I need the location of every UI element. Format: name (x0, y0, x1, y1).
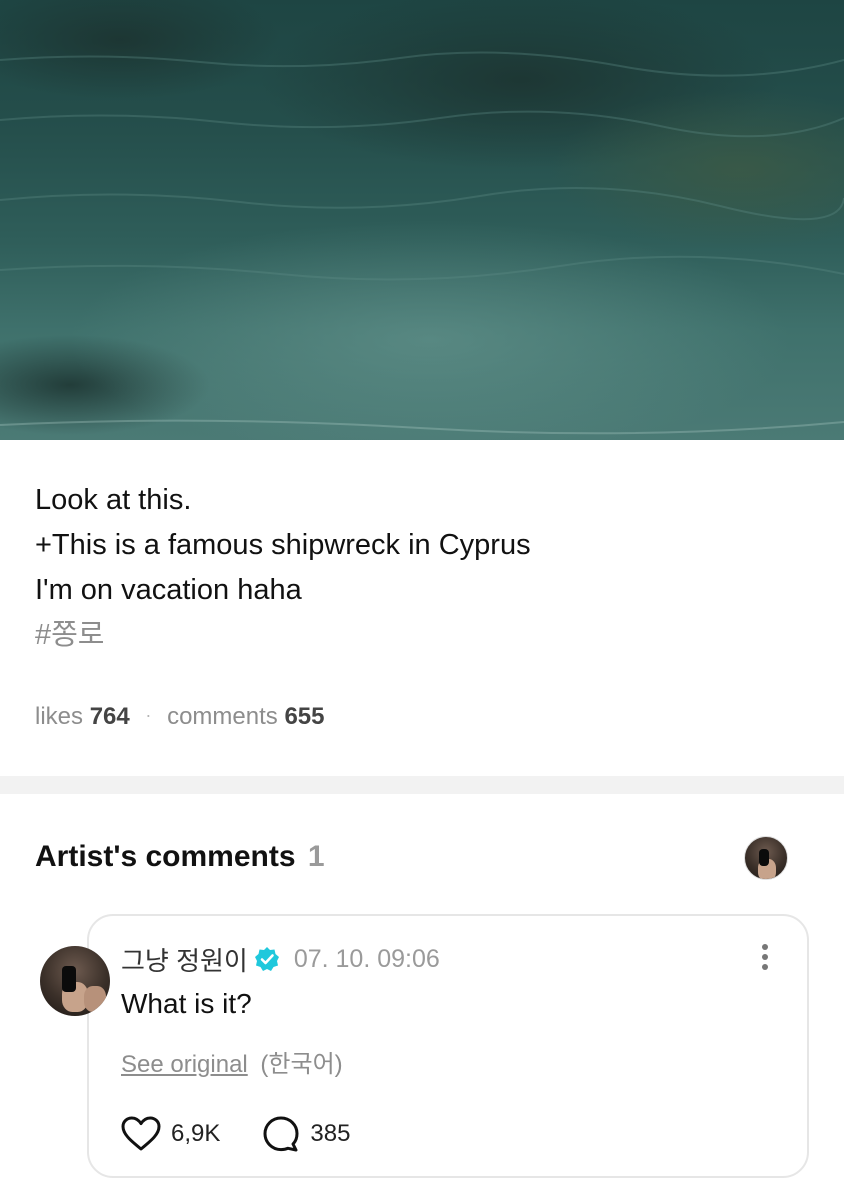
verified-badge-icon (254, 947, 279, 971)
reply-button[interactable]: 385 (262, 1115, 350, 1153)
hashtag-link[interactable]: #쫑로 (35, 613, 815, 658)
artist-comments-count: 1 (307, 840, 325, 873)
translation-row: See original (한국어) (121, 1044, 343, 1079)
caption-line: Look at this. (35, 484, 192, 516)
stats-separator: · (145, 705, 152, 725)
comment-header: 그냥 정원이 07. 10. 09:06 (121, 942, 440, 976)
original-language: (한국어) (260, 1051, 343, 1078)
heart-icon (121, 1116, 161, 1151)
comment-actions: 6,9K 385 (121, 1114, 392, 1154)
like-button[interactable]: 6,9K (121, 1116, 220, 1152)
likes-count[interactable]: 764 (90, 703, 130, 730)
artist-comments-title: Artist's comments 1 (35, 840, 325, 874)
comment-bubble-icon (263, 1116, 299, 1152)
caption-line: +This is a famous shipwreck in Cyprus (35, 529, 531, 561)
comments-label: comments (167, 703, 278, 730)
post-caption: Look at this. +This is a famous shipwrec… (35, 478, 815, 658)
like-count: 6,9K (171, 1120, 221, 1147)
likes-label: likes (35, 703, 84, 730)
comment-text: What is it? (121, 988, 252, 1019)
reply-count: 385 (310, 1120, 351, 1147)
section-divider (0, 776, 844, 794)
post-stats: likes 764 · comments 655 (35, 700, 325, 735)
commenter-avatar[interactable] (40, 946, 110, 1016)
post-photo[interactable] (0, 0, 844, 440)
artist-avatar[interactable] (744, 836, 788, 880)
comment-author[interactable]: 그냥 정원이 (121, 941, 248, 978)
caption-line: I'm on vacation haha (35, 574, 302, 606)
see-original-link[interactable]: See original (121, 1051, 248, 1078)
comment-timestamp: 07. 10. 09:06 (293, 944, 440, 973)
sea-water-image (0, 0, 844, 440)
more-options-icon[interactable] (752, 940, 778, 974)
comments-count[interactable]: 655 (284, 703, 324, 730)
artist-comments-label: Artist's comments (35, 840, 296, 873)
